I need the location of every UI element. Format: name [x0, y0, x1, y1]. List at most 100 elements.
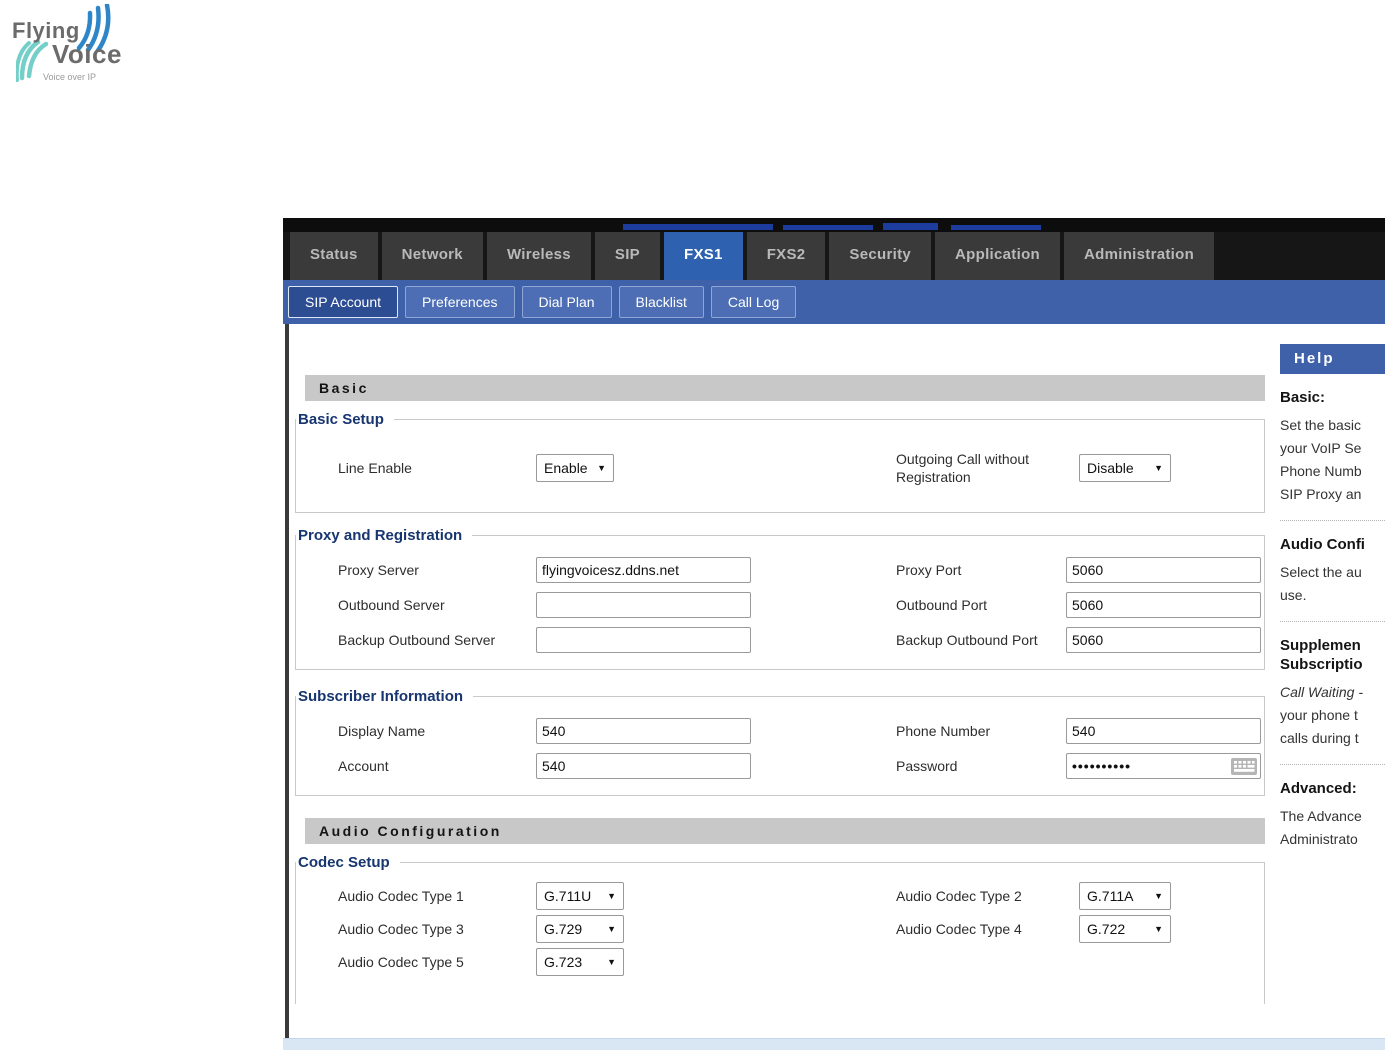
audio-codec-type-1-select[interactable]: G.711U ▼	[536, 881, 624, 910]
select-arrow-icon: ▼	[607, 923, 616, 934]
section-header-basic: Basic	[305, 375, 1265, 401]
proxy-registration-fieldset: Proxy and Registration Proxy Server Prox…	[295, 527, 1265, 670]
keyboard-icon[interactable]	[1231, 757, 1257, 775]
proxy-port-input[interactable]	[1066, 556, 1261, 583]
section-header-audio-configuration: Audio Configuration	[305, 818, 1265, 844]
audio-codec-type-1-label: Audio Codec Type 1	[338, 887, 464, 904]
outgoing-call-label: Outgoing Call without Registration	[896, 451, 1030, 485]
phone-number-input[interactable]	[1066, 717, 1261, 744]
help-text-line: your phone t	[1280, 707, 1358, 723]
audio-codec-type-3-value: G.729	[544, 920, 583, 937]
fieldset-legend-codec-setup: Codec Setup	[298, 854, 390, 871]
display-name-input[interactable]	[536, 717, 751, 744]
line-enable-select[interactable]: Enable ▼	[536, 454, 614, 482]
tab-fxs1[interactable]: FXS1	[663, 232, 743, 280]
select-arrow-icon: ▼	[597, 463, 606, 473]
audio-codec-type-5-value: G.723	[544, 953, 583, 970]
tab-wireless[interactable]: Wireless	[486, 232, 591, 280]
tab-sip[interactable]: SIP	[594, 232, 660, 280]
select-arrow-icon: ▼	[1154, 463, 1163, 473]
audio-codec-type-2-label: Audio Codec Type 2	[896, 887, 1022, 904]
audio-codec-type-3-select[interactable]: G.729 ▼	[536, 914, 624, 943]
help-header: Help	[1280, 344, 1385, 374]
help-text-line: your VoIP Se	[1280, 440, 1362, 456]
help-advanced-title: Advanced:	[1280, 780, 1357, 797]
clipped-banner	[283, 218, 1385, 232]
backup-outbound-port-label: Backup Outbound Port	[896, 631, 1038, 648]
help-text-line: Set the basic	[1280, 417, 1361, 433]
flyingvoice-logo: Flying Voice Voice over IP	[10, 4, 140, 92]
audio-codec-type-2-value: G.711A	[1087, 887, 1134, 904]
audio-codec-type-4-label: Audio Codec Type 4	[896, 920, 1022, 937]
help-supplementary-title: Supplemen	[1280, 637, 1361, 654]
select-arrow-icon: ▼	[1154, 890, 1163, 901]
account-label: Account	[338, 757, 389, 774]
subtab-sip-account[interactable]: SIP Account	[288, 286, 399, 318]
tab-network[interactable]: Network	[381, 232, 483, 280]
help-separator	[1280, 621, 1385, 622]
subscriber-information-fieldset: Subscriber Information Display Name Phon…	[295, 688, 1265, 796]
audio-codec-type-4-value: G.722	[1087, 920, 1126, 937]
outbound-server-label: Outbound Server	[338, 596, 445, 613]
display-name-label: Display Name	[338, 722, 426, 739]
select-arrow-icon: ▼	[1154, 923, 1163, 934]
help-text-line-italic: Call Waiting -	[1280, 684, 1363, 700]
tab-fxs2[interactable]: FXS2	[746, 232, 826, 280]
sip-account-form: Basic Basic Setup Line Enable Enable ▼ O…	[295, 356, 1265, 1004]
main-tab-bar: Status Network Wireless SIP FXS1 FXS2 Se…	[283, 232, 1385, 280]
help-text-line: SIP Proxy an	[1280, 486, 1362, 502]
help-subscription-title: Subscriptio	[1280, 656, 1363, 673]
audio-codec-type-5-select[interactable]: G.723 ▼	[536, 947, 624, 976]
backup-outbound-port-input[interactable]	[1066, 626, 1261, 653]
tab-application[interactable]: Application	[935, 232, 1060, 280]
subtab-call-log[interactable]: Call Log	[710, 286, 797, 318]
select-arrow-icon: ▼	[607, 890, 616, 901]
help-panel: Help Basic: Set the basic your VoIP Se P…	[1280, 344, 1385, 851]
outbound-port-input[interactable]	[1066, 591, 1261, 618]
help-text-line: use.	[1280, 587, 1307, 603]
content-left-border	[285, 324, 289, 1038]
help-text-line: Administrato	[1280, 831, 1358, 847]
subtab-blacklist[interactable]: Blacklist	[618, 286, 704, 318]
tab-administration[interactable]: Administration	[1064, 232, 1215, 280]
help-text-line: Select the au	[1280, 564, 1362, 580]
proxy-server-input[interactable]	[536, 556, 751, 583]
fieldset-legend-subscriber: Subscriber Information	[298, 688, 464, 705]
phone-number-label: Phone Number	[896, 722, 991, 739]
help-basic-title: Basic:	[1280, 389, 1326, 406]
audio-codec-type-3-label: Audio Codec Type 3	[338, 920, 464, 937]
audio-codec-type-4-select[interactable]: G.722 ▼	[1079, 914, 1171, 943]
bottom-band	[283, 1038, 1385, 1050]
basic-setup-fieldset: Basic Setup Line Enable Enable ▼ Outgoin…	[295, 411, 1265, 513]
fieldset-legend-proxy: Proxy and Registration	[298, 527, 463, 544]
logo-word-voice: Voice	[52, 39, 122, 69]
backup-outbound-server-label: Backup Outbound Server	[338, 631, 496, 648]
proxy-port-label: Proxy Port	[896, 561, 962, 578]
outgoing-call-value: Disable	[1087, 460, 1134, 476]
password-label: Password	[896, 757, 958, 774]
logo-tagline: Voice over IP	[43, 72, 97, 82]
account-input[interactable]	[536, 752, 751, 779]
sub-tab-bar: SIP Account Preferences Dial Plan Blackl…	[283, 280, 1385, 324]
help-text-line: Phone Numb	[1280, 463, 1362, 479]
subtab-dial-plan[interactable]: Dial Plan	[521, 286, 612, 318]
audio-codec-type-2-select[interactable]: G.711A ▼	[1079, 881, 1171, 910]
help-separator	[1280, 764, 1385, 765]
help-separator	[1280, 520, 1385, 521]
fieldset-legend-basic-setup: Basic Setup	[298, 411, 384, 428]
proxy-server-label: Proxy Server	[338, 561, 419, 578]
outbound-port-label: Outbound Port	[896, 596, 988, 613]
tab-security[interactable]: Security	[829, 232, 932, 280]
tab-status[interactable]: Status	[290, 232, 378, 280]
subtab-preferences[interactable]: Preferences	[405, 286, 515, 318]
outbound-server-input[interactable]	[536, 591, 751, 618]
line-enable-value: Enable	[544, 460, 588, 476]
help-text-line: The Advance	[1280, 808, 1362, 824]
help-audio-title: Audio Confi	[1280, 536, 1365, 553]
outgoing-call-select[interactable]: Disable ▼	[1079, 454, 1171, 482]
audio-codec-type-5-label: Audio Codec Type 5	[338, 953, 464, 970]
codec-setup-fieldset: Codec Setup Audio Codec Type 1 G.711U ▼ …	[295, 854, 1265, 1004]
help-text-line: calls during t	[1280, 730, 1359, 746]
backup-outbound-server-input[interactable]	[536, 626, 751, 653]
line-enable-label: Line Enable	[338, 460, 412, 476]
